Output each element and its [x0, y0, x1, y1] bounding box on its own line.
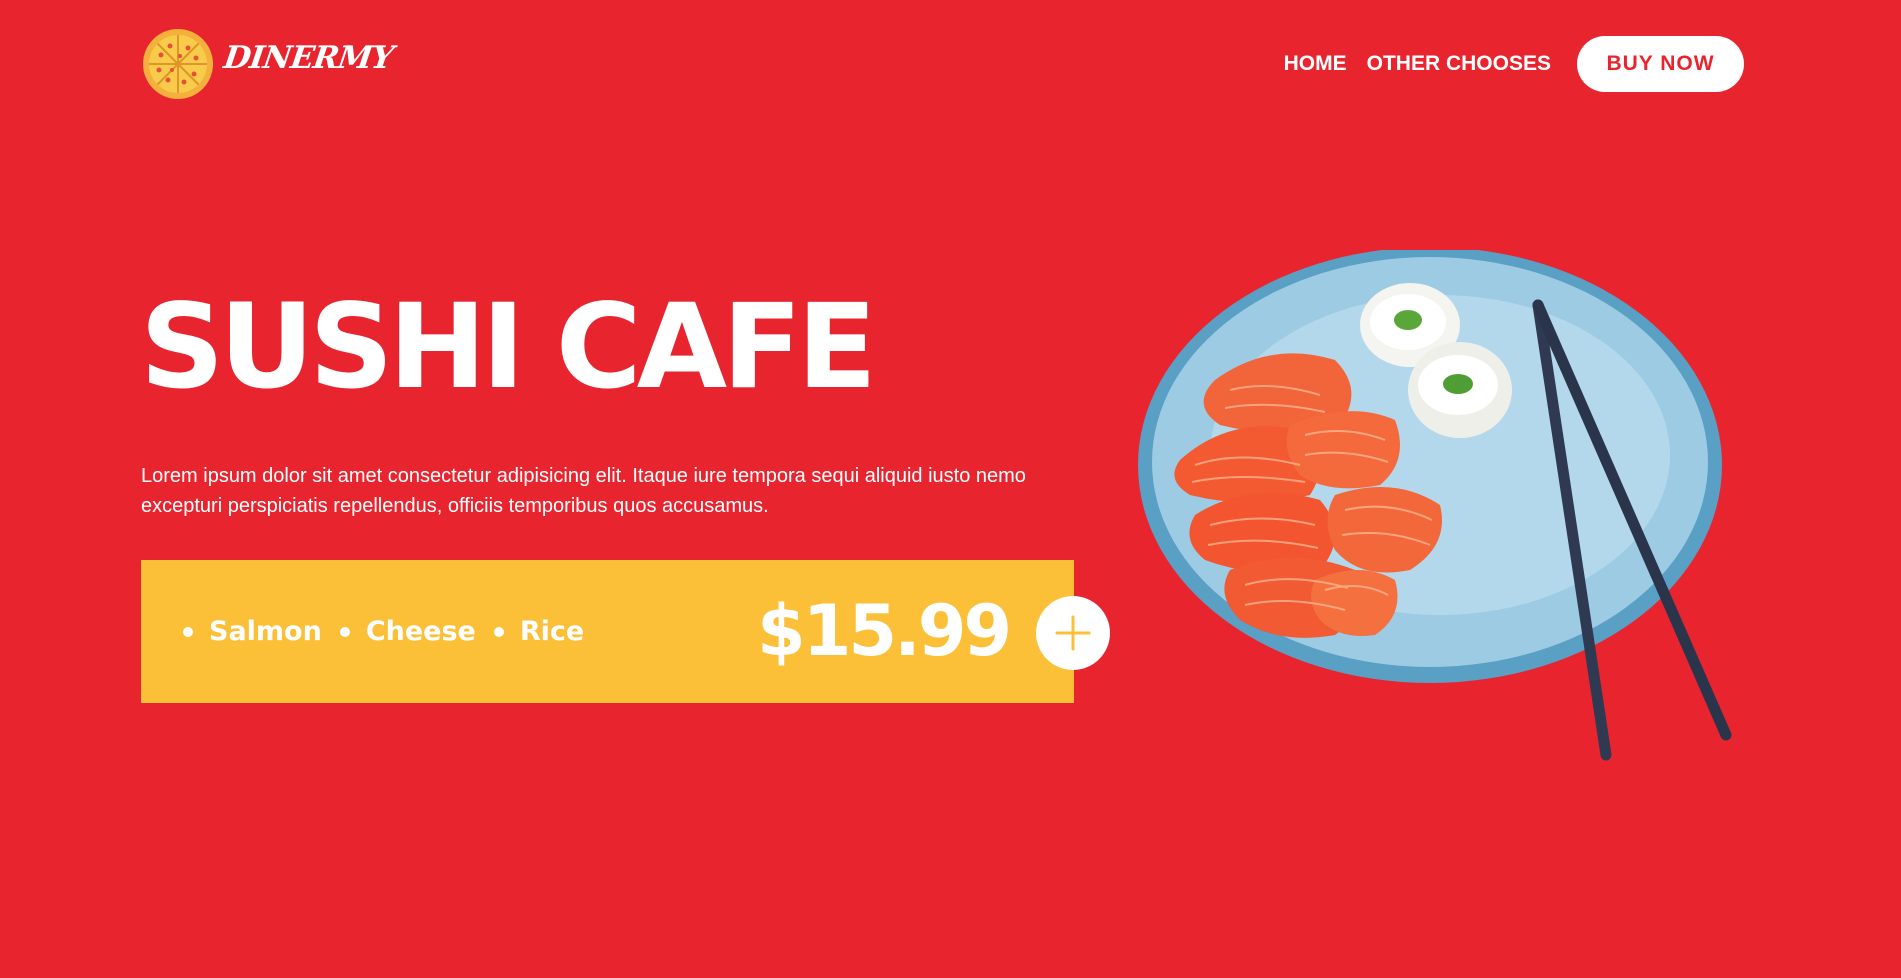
brand-logo[interactable]: DinerMy [142, 28, 396, 100]
pizza-icon [143, 29, 213, 99]
price-bar: Salmon Cheese Rice $15.99 [141, 560, 1074, 703]
price-label: $15.99 [757, 590, 1012, 672]
nav-link-home[interactable]: HOME [1284, 52, 1347, 76]
plus-icon [1055, 615, 1091, 651]
buy-now-button[interactable]: BUY NOW [1577, 36, 1744, 92]
list-item: Cheese [339, 616, 476, 647]
bullet-icon [339, 626, 350, 637]
bullet-icon [493, 626, 504, 637]
nav-link-other-chooses[interactable]: OTHER CHOOSES [1367, 52, 1551, 76]
hero-description: Lorem ipsum dolor sit amet consectetur a… [141, 465, 1026, 517]
main-nav: HOME OTHER CHOOSES BUY NOW [1284, 36, 1744, 92]
ingredient-label: Cheese [365, 616, 476, 647]
list-item: Rice [493, 616, 585, 647]
ingredient-label: Rice [519, 616, 585, 647]
bullet-icon [183, 626, 193, 637]
list-item: Salmon [183, 616, 322, 647]
sushi-plate-image [1120, 250, 1740, 770]
ingredient-list: Salmon Cheese Rice [183, 560, 602, 703]
hero-title: SUSHI CAFE [140, 278, 877, 415]
add-to-cart-button[interactable] [1036, 596, 1110, 670]
brand-name: DinerMy [221, 40, 396, 76]
ingredient-label: Salmon [209, 616, 322, 647]
